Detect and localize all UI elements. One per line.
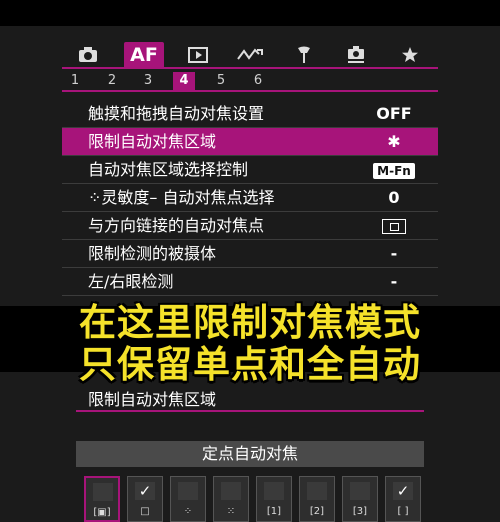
page-tab-6[interactable]: 6 bbox=[247, 72, 269, 90]
tab-af[interactable]: AF bbox=[124, 42, 164, 68]
af-area-option[interactable]: [2] bbox=[299, 476, 335, 522]
whole-area-af-icon: [ ] bbox=[397, 506, 409, 517]
menu-item-limit-af-area[interactable]: 限制自动对焦区域 ✱ bbox=[62, 128, 438, 156]
checkbox bbox=[178, 482, 198, 500]
menu-list: 触摸和拖拽自动对焦设置 OFF 限制自动对焦区域 ✱ 自动对焦区域选择控制 M-… bbox=[62, 100, 438, 296]
camera-icon[interactable] bbox=[68, 42, 108, 68]
menu-item-label: 触摸和拖拽自动对焦设置 bbox=[88, 104, 265, 123]
flexible-zone-3-icon: [3] bbox=[352, 506, 368, 517]
menu-item-af-area-control[interactable]: 自动对焦区域选择控制 M-Fn bbox=[62, 156, 438, 184]
page-tab-3[interactable]: 3 bbox=[137, 72, 159, 90]
submenu-underline bbox=[76, 410, 424, 412]
menu-item-label: 与方向链接的自动对焦点 bbox=[88, 216, 265, 235]
menu-item-label: ⁘灵敏度– 自动对焦点选择 bbox=[88, 188, 275, 207]
star-icon[interactable] bbox=[390, 42, 430, 68]
playback-icon[interactable] bbox=[178, 42, 218, 68]
checkbox: ✓ bbox=[393, 482, 413, 500]
page-tab-5[interactable]: 5 bbox=[210, 72, 232, 90]
menu-item-orientation-af-point[interactable]: 与方向链接的自动对焦点 bbox=[62, 212, 438, 240]
af-area-option[interactable]: ⁘ bbox=[170, 476, 206, 522]
flexible-zone-1-icon: [1] bbox=[266, 506, 282, 517]
asterisk-icon: ✱ bbox=[387, 132, 401, 151]
page-tab-4[interactable]: 4 bbox=[173, 72, 195, 90]
caption-line-2: 只保留单点和全自动 bbox=[79, 343, 421, 386]
af-area-options: [▣] ✓ □ ⁘ ⁙ [1] [2] [3] ✓ [ ] bbox=[84, 476, 424, 522]
menu-item-limit-subject-detect[interactable]: 限制检测的被摄体 - bbox=[62, 240, 438, 268]
checkbox bbox=[93, 483, 113, 501]
af-area-option[interactable]: [1] bbox=[256, 476, 292, 522]
page-underline bbox=[62, 90, 438, 92]
af-point-icon bbox=[382, 219, 406, 234]
af-area-option[interactable]: [▣] bbox=[84, 476, 120, 522]
single-point-af-icon: □ bbox=[140, 506, 150, 517]
expand-af-icon: ⁘ bbox=[183, 506, 193, 517]
checkbox: ✓ bbox=[135, 482, 155, 500]
menu-item-sensitivity[interactable]: ⁘灵敏度– 自动对焦点选择 0 bbox=[62, 184, 438, 212]
menu-item-value: 0 bbox=[388, 188, 400, 207]
af-area-option[interactable]: ✓ [ ] bbox=[385, 476, 421, 522]
menu-item-label: 左/右眼检测 bbox=[88, 272, 174, 291]
af-area-option[interactable]: ⁙ bbox=[213, 476, 249, 522]
menu-item-value: - bbox=[390, 244, 398, 263]
menu-item-value: - bbox=[390, 272, 398, 291]
af-mode-label: 定点自动对焦 bbox=[76, 441, 424, 467]
wrench-icon[interactable] bbox=[284, 42, 324, 68]
menu-item-value: OFF bbox=[376, 104, 412, 123]
page-tab-1[interactable]: 1 bbox=[64, 72, 86, 90]
checkbox bbox=[264, 482, 284, 500]
expand-around-af-icon: ⁙ bbox=[226, 506, 236, 517]
af-area-option[interactable]: ✓ □ bbox=[127, 476, 163, 522]
page-tabs: 1 2 3 4 5 6 bbox=[62, 72, 438, 90]
checkbox bbox=[307, 482, 327, 500]
flexible-zone-2-icon: [2] bbox=[309, 506, 325, 517]
custom-camera-icon[interactable] bbox=[336, 42, 376, 68]
menu-tab-bar: AF bbox=[62, 42, 438, 68]
mfn-badge: M-Fn bbox=[373, 162, 415, 179]
menu-item-label: 限制检测的被摄体 bbox=[88, 244, 217, 263]
submenu-title: 限制自动对焦区域 bbox=[88, 390, 217, 409]
page-tab-2[interactable]: 2 bbox=[101, 72, 123, 90]
checkbox bbox=[350, 482, 370, 500]
menu-item-touch-drag-af[interactable]: 触摸和拖拽自动对焦设置 OFF bbox=[62, 100, 438, 128]
spot-af-icon: [▣] bbox=[93, 507, 111, 518]
wave-icon[interactable] bbox=[230, 42, 270, 68]
menu-item-label: 自动对焦区域选择控制 bbox=[88, 160, 249, 179]
af-area-option[interactable]: [3] bbox=[342, 476, 378, 522]
tab-underline bbox=[62, 67, 438, 69]
checkbox bbox=[221, 482, 241, 500]
menu-item-label: 限制自动对焦区域 bbox=[88, 132, 217, 151]
